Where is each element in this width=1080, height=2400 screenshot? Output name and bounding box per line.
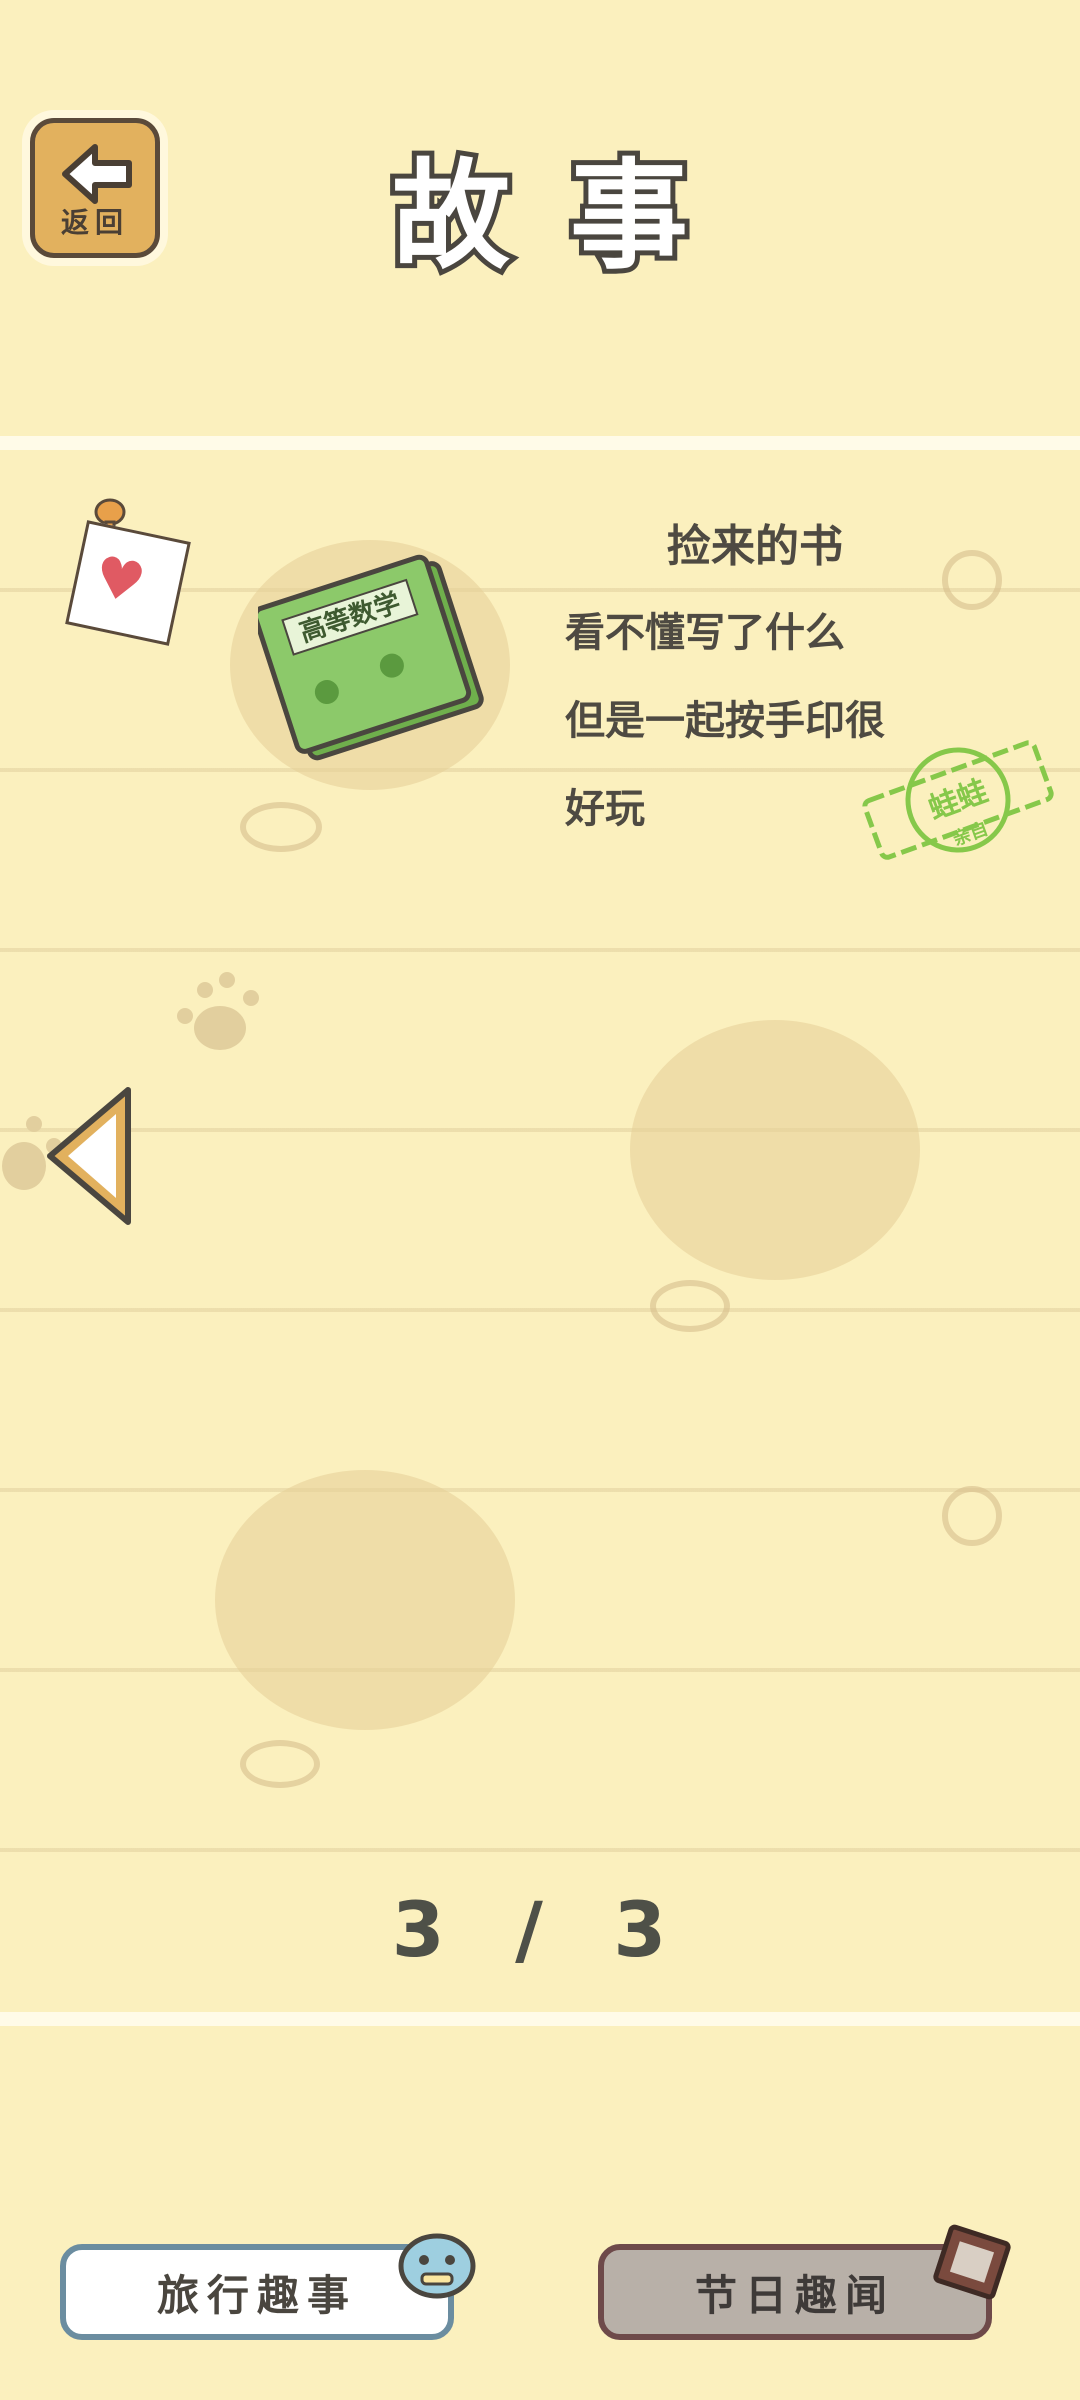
story-line: 好玩	[565, 786, 645, 832]
holiday-card-icon	[930, 2220, 1014, 2304]
favorite-note[interactable]: ♥	[65, 520, 191, 646]
bottom-divider	[0, 2012, 1080, 2026]
wood-background	[0, 450, 1080, 2010]
decor-ring	[650, 1280, 730, 1332]
frog-footprint-icon	[165, 958, 275, 1068]
page-counter: 3 / 3	[391, 1885, 689, 1974]
tab-holiday-label: 节日趣闻	[694, 2270, 895, 2320]
left-triangle-icon	[47, 1087, 131, 1225]
decor-ring	[942, 1486, 1002, 1546]
page-title: 故事	[387, 142, 748, 290]
book-illustration: 高等数学	[252, 546, 488, 766]
footprint-blob	[215, 1470, 515, 1730]
footprint-blob	[630, 1020, 920, 1280]
decor-ring	[942, 550, 1002, 610]
stamp-subtext: 亲自	[950, 817, 991, 850]
tab-travel-label: 旅行趣事	[156, 2270, 357, 2320]
story-title: 捡来的书	[667, 521, 843, 572]
frog-face-icon	[392, 2222, 482, 2302]
story-line: 看不懂写了什么	[565, 610, 845, 656]
decor-ring	[240, 802, 322, 852]
frog-stamp: 蛙蛙 亲自	[858, 730, 1058, 870]
heart-icon: ♥	[88, 543, 151, 618]
story-line: 但是一起按手印很	[565, 698, 885, 744]
decor-ring	[240, 1740, 320, 1788]
previous-page-button[interactable]	[40, 1082, 140, 1230]
top-divider	[0, 436, 1080, 450]
